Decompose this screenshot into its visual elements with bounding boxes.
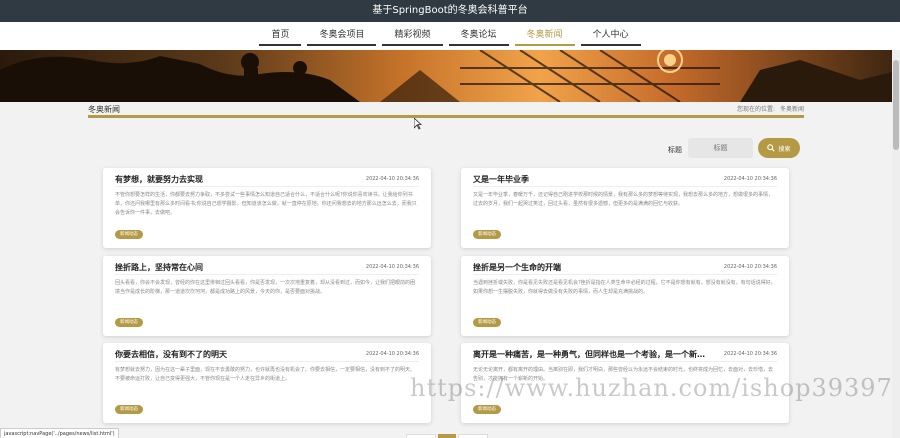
- news-title[interactable]: 挫折是另一个生命的开端: [473, 262, 561, 273]
- breadcrumb-current[interactable]: 冬奥新闻: [780, 106, 804, 113]
- news-tag: 新闻动态: [473, 230, 501, 239]
- card-divider: [473, 361, 777, 362]
- news-tag: 新闻动态: [115, 405, 143, 414]
- news-card[interactable]: 挫折是另一个生命的开端 2022-04-10 20:34:36 当遇到挫折或失败…: [461, 256, 789, 336]
- news-card[interactable]: 又是一年毕业季 2022-04-10 20:34:36 又是一年毕业季，春暖万千…: [461, 168, 789, 248]
- search-input[interactable]: [688, 138, 753, 158]
- news-tag: 新闻动态: [473, 405, 501, 414]
- banner-silhouette: [0, 50, 900, 102]
- pagination: [406, 434, 488, 438]
- nav-item-projects[interactable]: 冬奥会项目: [307, 28, 377, 46]
- news-card[interactable]: 你要去相信，没有到不了的明天 2022-04-10 20:34:36 有梦想就去…: [103, 343, 431, 423]
- breadcrumb: 您现在的位置: 冬奥新闻: [734, 104, 804, 113]
- scrollbar-thumb[interactable]: [893, 60, 899, 150]
- news-tag: 新闻动态: [115, 230, 143, 239]
- app-title: 基于SpringBoot的冬奥会科普平台: [372, 5, 528, 16]
- page-1-button[interactable]: [438, 434, 456, 438]
- search-button-label: 搜索: [778, 145, 791, 153]
- search-label: 标题: [668, 146, 682, 154]
- news-tag: 新闻动态: [473, 318, 501, 327]
- news-title[interactable]: 有梦想，就要努力去实现: [115, 174, 203, 185]
- news-excerpt: 又是一年毕业季，春暖万千，还记得自己刚进学校那时候的情景，我有那么多的梦想等待实…: [473, 192, 774, 207]
- news-date: 2022-04-10 20:34:36: [365, 351, 419, 357]
- news-date: 2022-04-10 20:34:36: [723, 264, 777, 270]
- nav-item-forum[interactable]: 冬奥论坛: [448, 28, 509, 46]
- news-card[interactable]: 有梦想，就要努力去实现 2022-04-10 20:34:36 不管你想要怎样的…: [103, 168, 431, 248]
- nav-item-home[interactable]: 首页: [259, 28, 302, 46]
- card-divider: [473, 274, 777, 275]
- news-title[interactable]: 又是一年毕业季: [473, 174, 529, 185]
- cursor-icon: [414, 118, 422, 130]
- nav-item-videos[interactable]: 精彩视频: [382, 28, 443, 46]
- status-link-preview: javascript:navPage('../pages/news/list.h…: [0, 428, 119, 438]
- card-divider: [115, 186, 419, 187]
- search-button[interactable]: 搜索: [758, 138, 800, 158]
- news-excerpt: 当遇到挫折或失败，你是看见失败还是看见机会?挫折是指在人类生命中必经的过程，它不…: [473, 280, 776, 295]
- news-title[interactable]: 离开是一种痛苦，是一种勇气，但同样也是一个考验，是一个新的开始: [473, 349, 709, 360]
- page-prev-button[interactable]: [406, 434, 436, 438]
- page-scrollbar[interactable]: [892, 50, 900, 438]
- main-nav: 首页 冬奥会项目 精彩视频 冬奥论坛 冬奥新闻 个人中心: [0, 22, 900, 50]
- nav-item-profile[interactable]: 个人中心: [580, 28, 641, 46]
- news-title[interactable]: 你要去相信，没有到不了的明天: [115, 349, 227, 360]
- news-date: 2022-04-10 20:34:36: [365, 176, 419, 182]
- news-card[interactable]: 挫折路上，坚持常在心间 2022-04-10 20:34:36 回头看看，你会不…: [103, 256, 431, 336]
- news-tag: 新闻动态: [115, 318, 143, 327]
- page-next-button[interactable]: [458, 434, 488, 438]
- news-excerpt: 不管你想要怎样的生活，你都要去努力争取，不多尝试一些事情怎么知道自己适合什么，不…: [115, 192, 417, 216]
- hero-banner: [0, 50, 900, 102]
- section-title: 冬奥新闻: [88, 105, 120, 114]
- news-excerpt: 有梦想就去努力，因为在这一辈子里面，现在不去勇敢的努力，也许就再也没有机会了。你…: [115, 367, 416, 382]
- news-date: 2022-04-10 20:34:36: [723, 176, 777, 182]
- card-divider: [115, 274, 419, 275]
- page: 基于SpringBoot的冬奥会科普平台 首页 冬奥会项目 精彩视频 冬奥论坛 …: [0, 0, 900, 438]
- app-title-bar: 基于SpringBoot的冬奥会科普平台: [0, 0, 900, 22]
- card-divider: [473, 186, 777, 187]
- news-title[interactable]: 挫折路上，坚持常在心间: [115, 262, 203, 273]
- nav-item-news[interactable]: 冬奥新闻: [514, 28, 575, 46]
- news-date: 2022-04-10 20:34:36: [723, 351, 777, 357]
- news-date: 2022-04-10 20:34:36: [365, 264, 419, 270]
- search-icon: [767, 144, 776, 152]
- section-divider: [88, 115, 804, 118]
- news-excerpt: 回头看看，你会不会发现，曾经的你在这里徘徊过回头看看，你是否发现，一次次地重复着…: [115, 280, 416, 295]
- card-divider: [115, 361, 419, 362]
- watermark-text: https://www.huzhan.com/ishop39397: [410, 374, 893, 402]
- breadcrumb-prefix: 您现在的位置:: [737, 106, 776, 113]
